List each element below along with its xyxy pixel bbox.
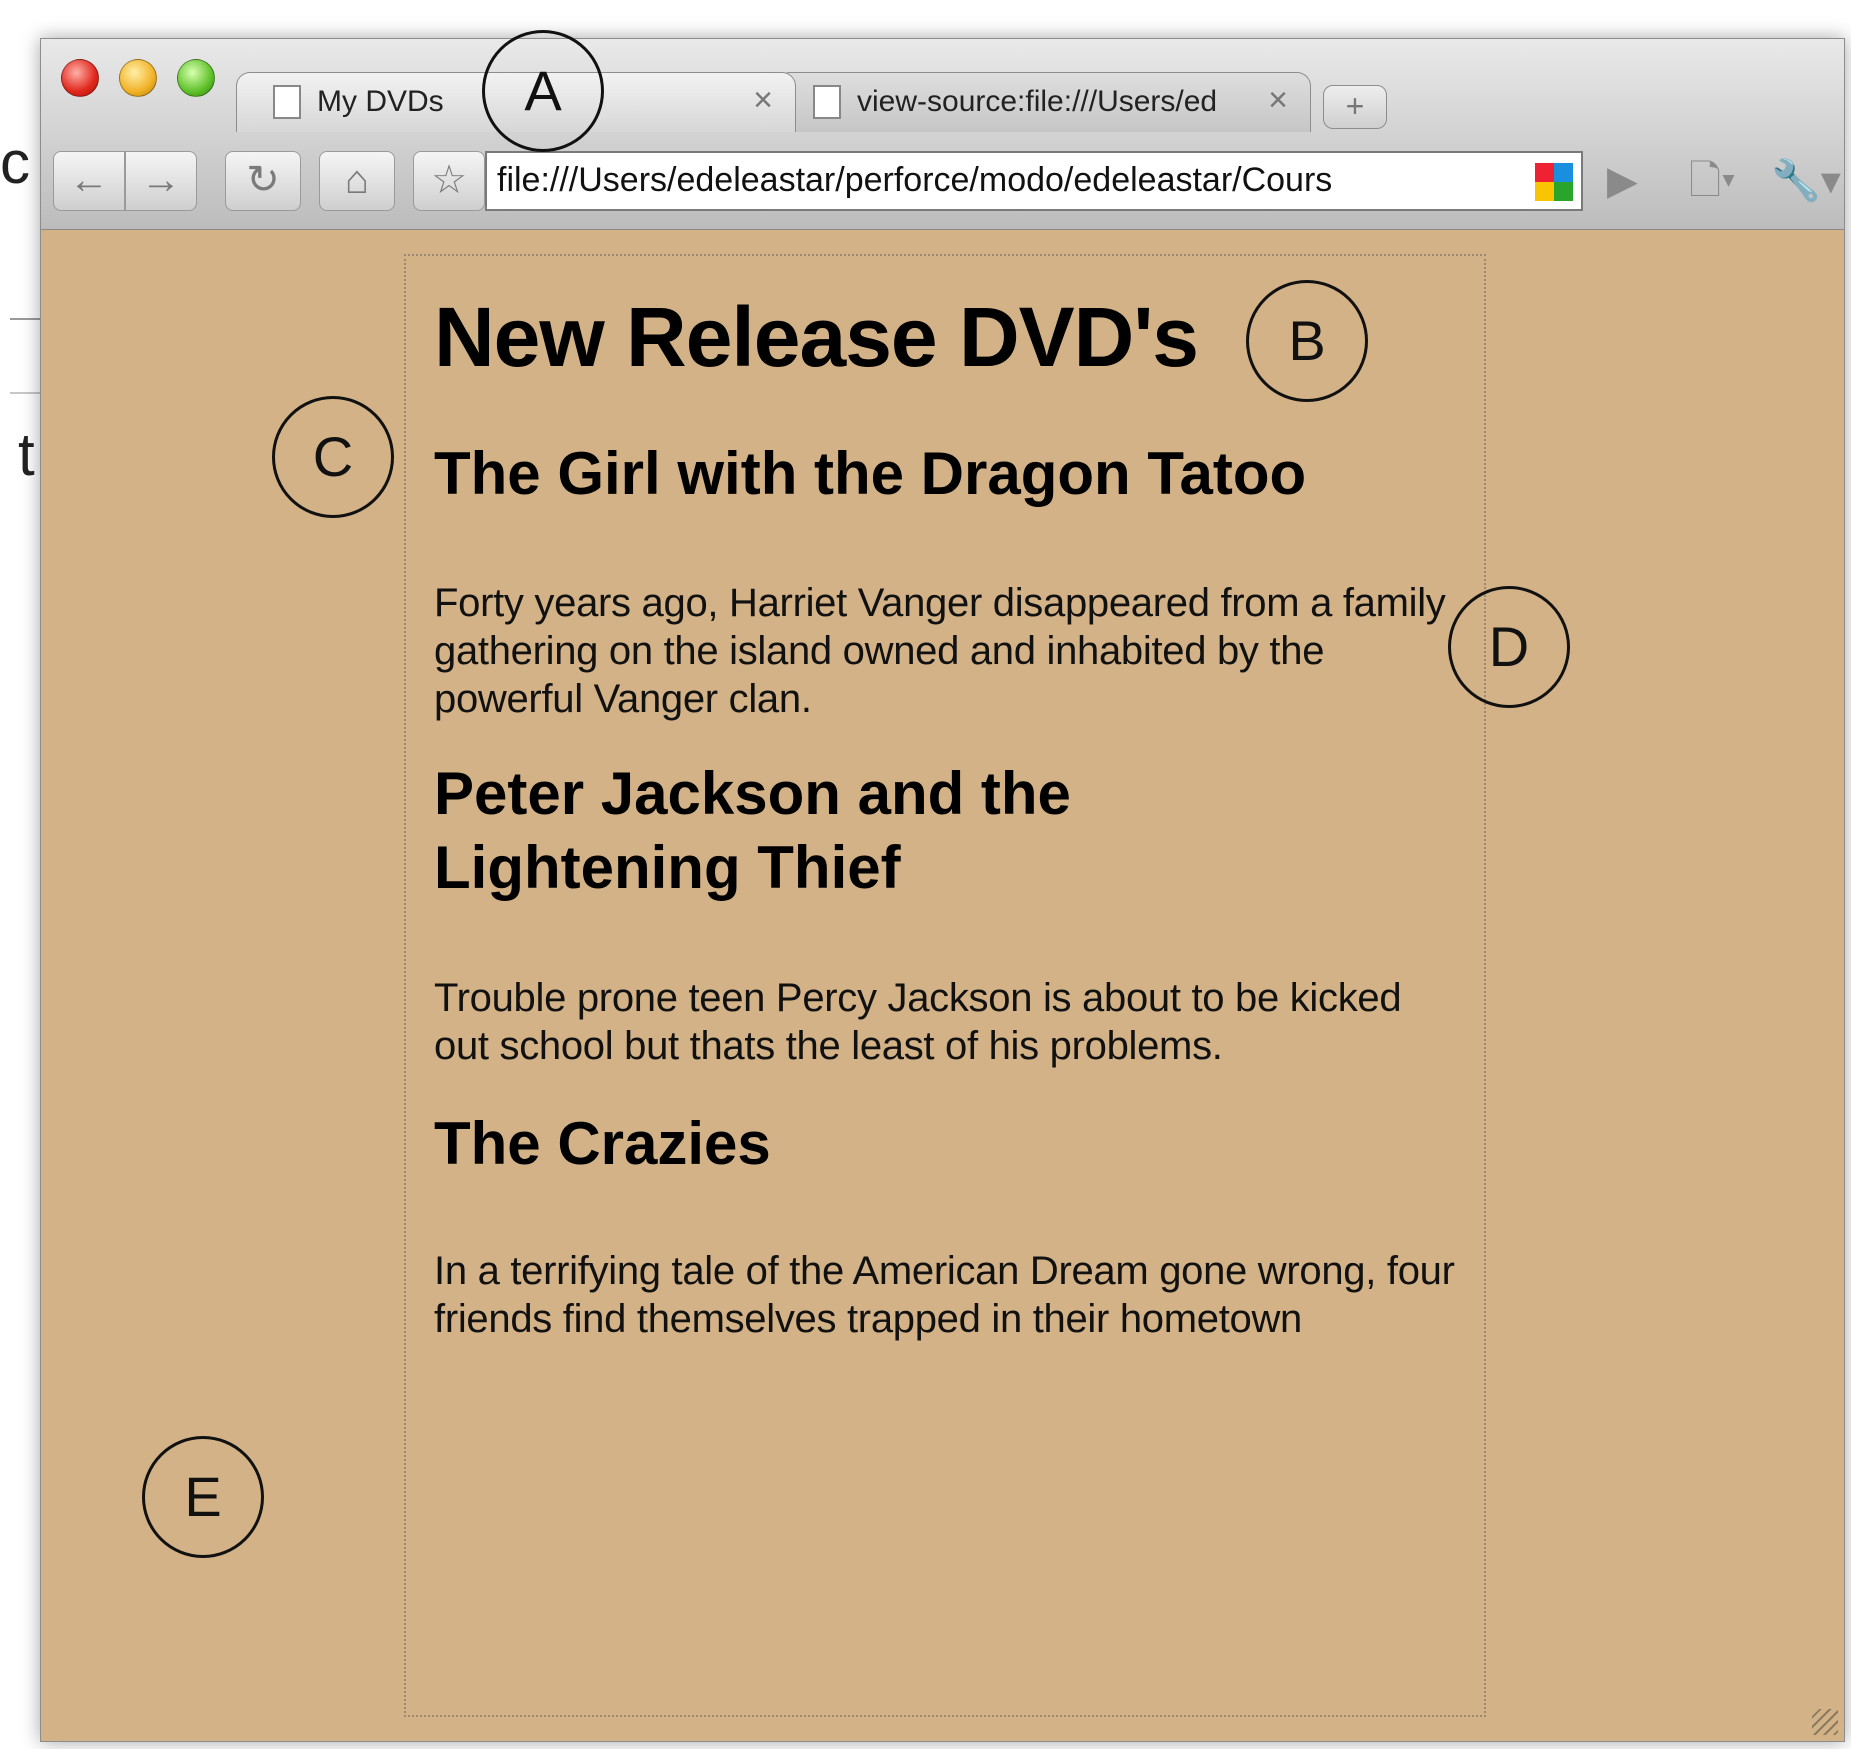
- tab-title: view-source:file:///Users/ed: [857, 85, 1217, 118]
- movie-title: The Crazies: [434, 1110, 771, 1177]
- callout-d: D: [1448, 586, 1570, 708]
- minimize-window-button[interactable]: [119, 59, 157, 97]
- tab-close-icon[interactable]: ×: [1268, 81, 1288, 120]
- callout-c: C: [272, 396, 394, 518]
- wrench-menu-icon[interactable]: 🔧▾: [1771, 151, 1841, 211]
- callout-a: A: [482, 30, 604, 152]
- page-title: New Release DVD's: [434, 290, 1199, 384]
- callout-b: B: [1246, 280, 1368, 402]
- browser-chrome: view-source:file:///Users/ed × My DVDs ×…: [41, 39, 1844, 230]
- resize-grip[interactable]: [1812, 1709, 1838, 1735]
- close-window-button[interactable]: [61, 59, 99, 97]
- movie-description: Forty years ago, Harriet Vanger disappea…: [434, 581, 1446, 721]
- tab-view-source[interactable]: view-source:file:///Users/ed ×: [776, 72, 1311, 132]
- zoom-window-button[interactable]: [177, 59, 215, 97]
- background-letter-top: c: [0, 129, 30, 196]
- bookmark-star-button[interactable]: ☆: [413, 151, 485, 211]
- tab-close-icon[interactable]: ×: [753, 81, 773, 120]
- page-icon: [813, 85, 841, 119]
- colorful-page-icon: [1535, 163, 1573, 201]
- reload-button[interactable]: ↻: [225, 151, 301, 211]
- back-button[interactable]: ←: [53, 151, 125, 211]
- address-text: file:///Users/edeleastar/perforce/modo/e…: [497, 161, 1333, 199]
- movie-description: In a terrifying tale of the American Dre…: [434, 1249, 1455, 1341]
- page-menu-icon[interactable]: 🗋▾: [1689, 151, 1759, 211]
- address-bar[interactable]: file:///Users/edeleastar/perforce/modo/e…: [485, 151, 1583, 211]
- movie-description: Trouble prone teen Percy Jackson is abou…: [434, 976, 1402, 1068]
- browser-window: view-source:file:///Users/ed × My DVDs ×…: [40, 38, 1845, 1742]
- home-button[interactable]: ⌂: [319, 151, 395, 211]
- forward-button[interactable]: →: [125, 151, 197, 211]
- page-icon: [273, 85, 301, 119]
- new-tab-button[interactable]: +: [1323, 85, 1387, 129]
- go-icon[interactable]: ▶: [1607, 151, 1657, 211]
- background-letter-left: t: [18, 421, 35, 488]
- movie-title: The Girl with the Dragon Tatoo: [434, 440, 1307, 507]
- movie-title: Peter Jackson and the Lightening Thief: [434, 760, 1071, 901]
- callout-e: E: [142, 1436, 264, 1558]
